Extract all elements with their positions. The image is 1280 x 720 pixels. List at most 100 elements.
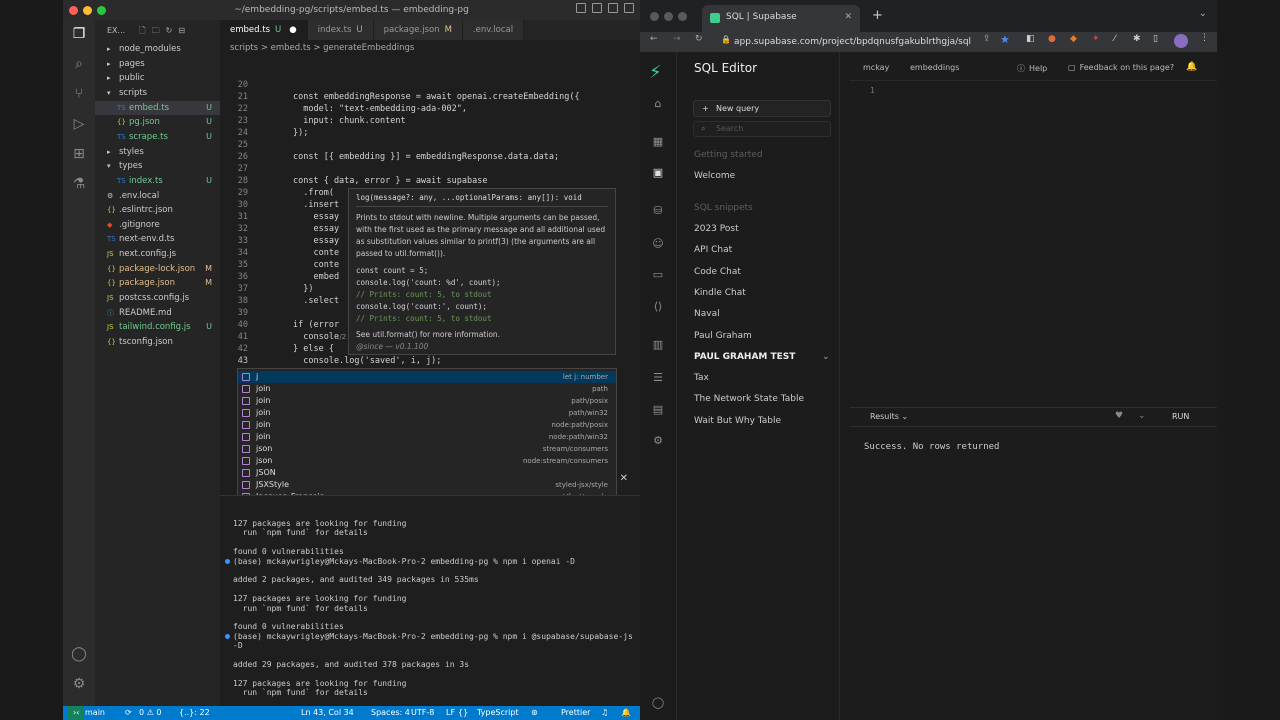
refresh-icon[interactable]: ↻ [166,20,173,42]
snippet-chevron-icon[interactable]: ⌄ [822,352,830,362]
suggestion-item[interactable]: join node:path/win32 [238,431,616,443]
results-tab[interactable]: Results ⌄ [870,412,908,421]
profile-avatar[interactable] [1174,34,1188,48]
tree-item[interactable]: {} pg.json U [95,115,220,130]
notifications-bell-icon[interactable]: 🔔 [1186,62,1197,72]
table-editor-icon[interactable]: ▦ [651,135,665,149]
tree-item[interactable]: ⚙ .env.local [95,189,220,204]
snippet-item[interactable]: Code Chat [694,267,741,277]
cursor-position[interactable]: Ln 43, Col 34 [301,706,354,720]
close-icon[interactable]: ✕ [620,473,628,484]
encoding[interactable]: UTF-8 [411,706,434,720]
customize-layout-icon[interactable] [624,3,634,13]
formatter-status[interactable]: Prettier [561,706,590,720]
tree-item[interactable]: ▸ node_modules [95,42,220,57]
back-icon[interactable]: ← [650,34,658,44]
suggestion-item[interactable]: join path [238,383,616,395]
tree-item[interactable]: ⓘ README.md [95,306,220,321]
share-icon[interactable]: ⇪ [983,34,991,44]
remote-indicator[interactable]: ›‹ [68,706,85,720]
tree-item[interactable]: TS index.ts U [95,174,220,189]
snippet-item[interactable]: PAUL GRAHAM TEST ⌄ [694,352,830,362]
help-button[interactable]: ⓘ Help [1017,63,1047,74]
breadcrumb-project[interactable]: embeddings [910,63,959,72]
welcome-link[interactable]: Welcome [694,171,735,181]
close-window-button[interactable] [650,12,659,21]
tree-item[interactable]: {} package-lock.json M [95,262,220,277]
bell-icon[interactable]: 🔔 [621,706,631,720]
snippet-item[interactable]: Wait But Why Table [694,416,781,426]
tree-item[interactable]: {} tsconfig.json [95,335,220,350]
new-tab-button[interactable]: + [872,8,883,23]
storage-icon[interactable]: ▭ [651,268,665,282]
toggle-secondary-sidebar-icon[interactable] [608,3,618,13]
tree-item[interactable]: ▾ scripts [95,86,220,101]
sync-icon[interactable]: ⟳ [125,706,132,720]
user-profile-icon[interactable]: ◯ [651,696,665,710]
url-field[interactable]: app.supabase.com/project/bpdqnusfgakublr… [716,34,1016,50]
minimize-window-button[interactable] [83,6,92,15]
tab-index-ts[interactable]: index.ts U [307,20,374,40]
tree-item[interactable]: TS next-env.d.ts [95,232,220,247]
close-window-button[interactable] [69,6,78,15]
dropdown-chevron-icon[interactable]: ⌄ [1138,411,1146,421]
extensions-puzzle-icon[interactable]: ✱ [1133,34,1141,44]
sidepanel-icon[interactable]: ▯ [1153,34,1158,44]
reports-icon[interactable]: ▥ [651,338,665,352]
bookmark-star-icon[interactable]: ★ [1000,33,1010,46]
snippet-item[interactable]: The Network State Table [694,394,804,404]
tree-item[interactable]: ▸ public [95,71,220,86]
maximize-window-button[interactable] [97,6,106,15]
tab--env-local[interactable]: .env.local [462,20,525,40]
search-input[interactable]: ⌕ Search [693,121,831,137]
tree-item[interactable]: TS scrape.ts U [95,130,220,145]
snippet-item[interactable]: Tax [694,373,709,383]
tree-item[interactable]: ▸ pages [95,57,220,72]
explorer-icon[interactable]: ❐ [71,26,87,42]
tree-item[interactable]: {} .eslintrc.json [95,203,220,218]
source-control-icon[interactable]: ⑂ [71,86,87,102]
new-file-icon[interactable]: 🗋 [139,20,145,42]
manage-gear-icon[interactable]: ⚙ [71,676,87,692]
toggle-sidebar-icon[interactable] [576,3,586,13]
tab-embed-ts[interactable]: embed.ts U ● [220,20,308,40]
metamask-icon[interactable]: ◆ [1070,34,1077,44]
run-debug-icon[interactable]: ▷ [71,116,87,132]
notifications-icon[interactable]: ♫ [601,706,608,720]
extensions-icon[interactable]: ⊞ [71,146,87,162]
breadcrumb-org[interactable]: mckay [863,63,889,72]
problems-count[interactable]: 0 ⚠ 0 [139,706,161,720]
database-icon[interactable]: ⛁ [651,204,665,218]
overload-pager[interactable]: 1/2 [335,333,346,341]
extension-icon[interactable]: ● [1048,34,1056,44]
feedback-button[interactable]: ▢ Feedback on this page? [1068,63,1174,72]
autocomplete-list[interactable]: ✕ j let j: number join path join path/posix jo… [237,368,628,513]
settings-gear-icon[interactable]: ⚙ [651,434,665,448]
language-mode[interactable]: TypeScript [477,706,519,720]
tree-item[interactable]: JS tailwind.config.js U [95,320,220,335]
snippet-item[interactable]: API Chat [694,245,732,255]
end-of-line[interactable]: LF [446,706,455,720]
breadcrumb[interactable]: scripts > embed.ts > generateEmbeddings [230,43,414,53]
unsaved-dot-icon[interactable]: ● [289,25,296,35]
tree-item[interactable]: {} package.json M [95,276,220,291]
snippet-item[interactable]: Paul Graham [694,331,752,341]
snippet-item[interactable]: 2023 Post [694,224,739,234]
tab-package-json[interactable]: package.json M [373,20,463,40]
snippet-item[interactable]: Naval [694,309,720,319]
new-folder-icon[interactable]: 🗀 [152,20,160,42]
collapse-all-icon[interactable]: ⊟ [178,20,185,42]
toggle-panel-icon[interactable] [592,3,602,13]
testing-icon[interactable]: ⚗ [71,176,87,192]
home-icon[interactable]: ⌂ [651,97,665,111]
search-icon[interactable]: ⌕ [71,56,87,72]
indentation[interactable]: Spaces: 4 [371,706,410,720]
forward-icon[interactable]: → [673,34,681,44]
new-query-button[interactable]: + New query [693,100,831,117]
menu-icon[interactable]: ⋮ [1200,33,1209,43]
minimize-window-button[interactable] [664,12,673,21]
reload-icon[interactable]: ↻ [695,34,703,44]
extension-icon[interactable]: ✦ [1092,34,1100,44]
suggestion-item[interactable]: json stream/consumers [238,443,616,455]
sql-query-editor[interactable] [885,86,1205,386]
